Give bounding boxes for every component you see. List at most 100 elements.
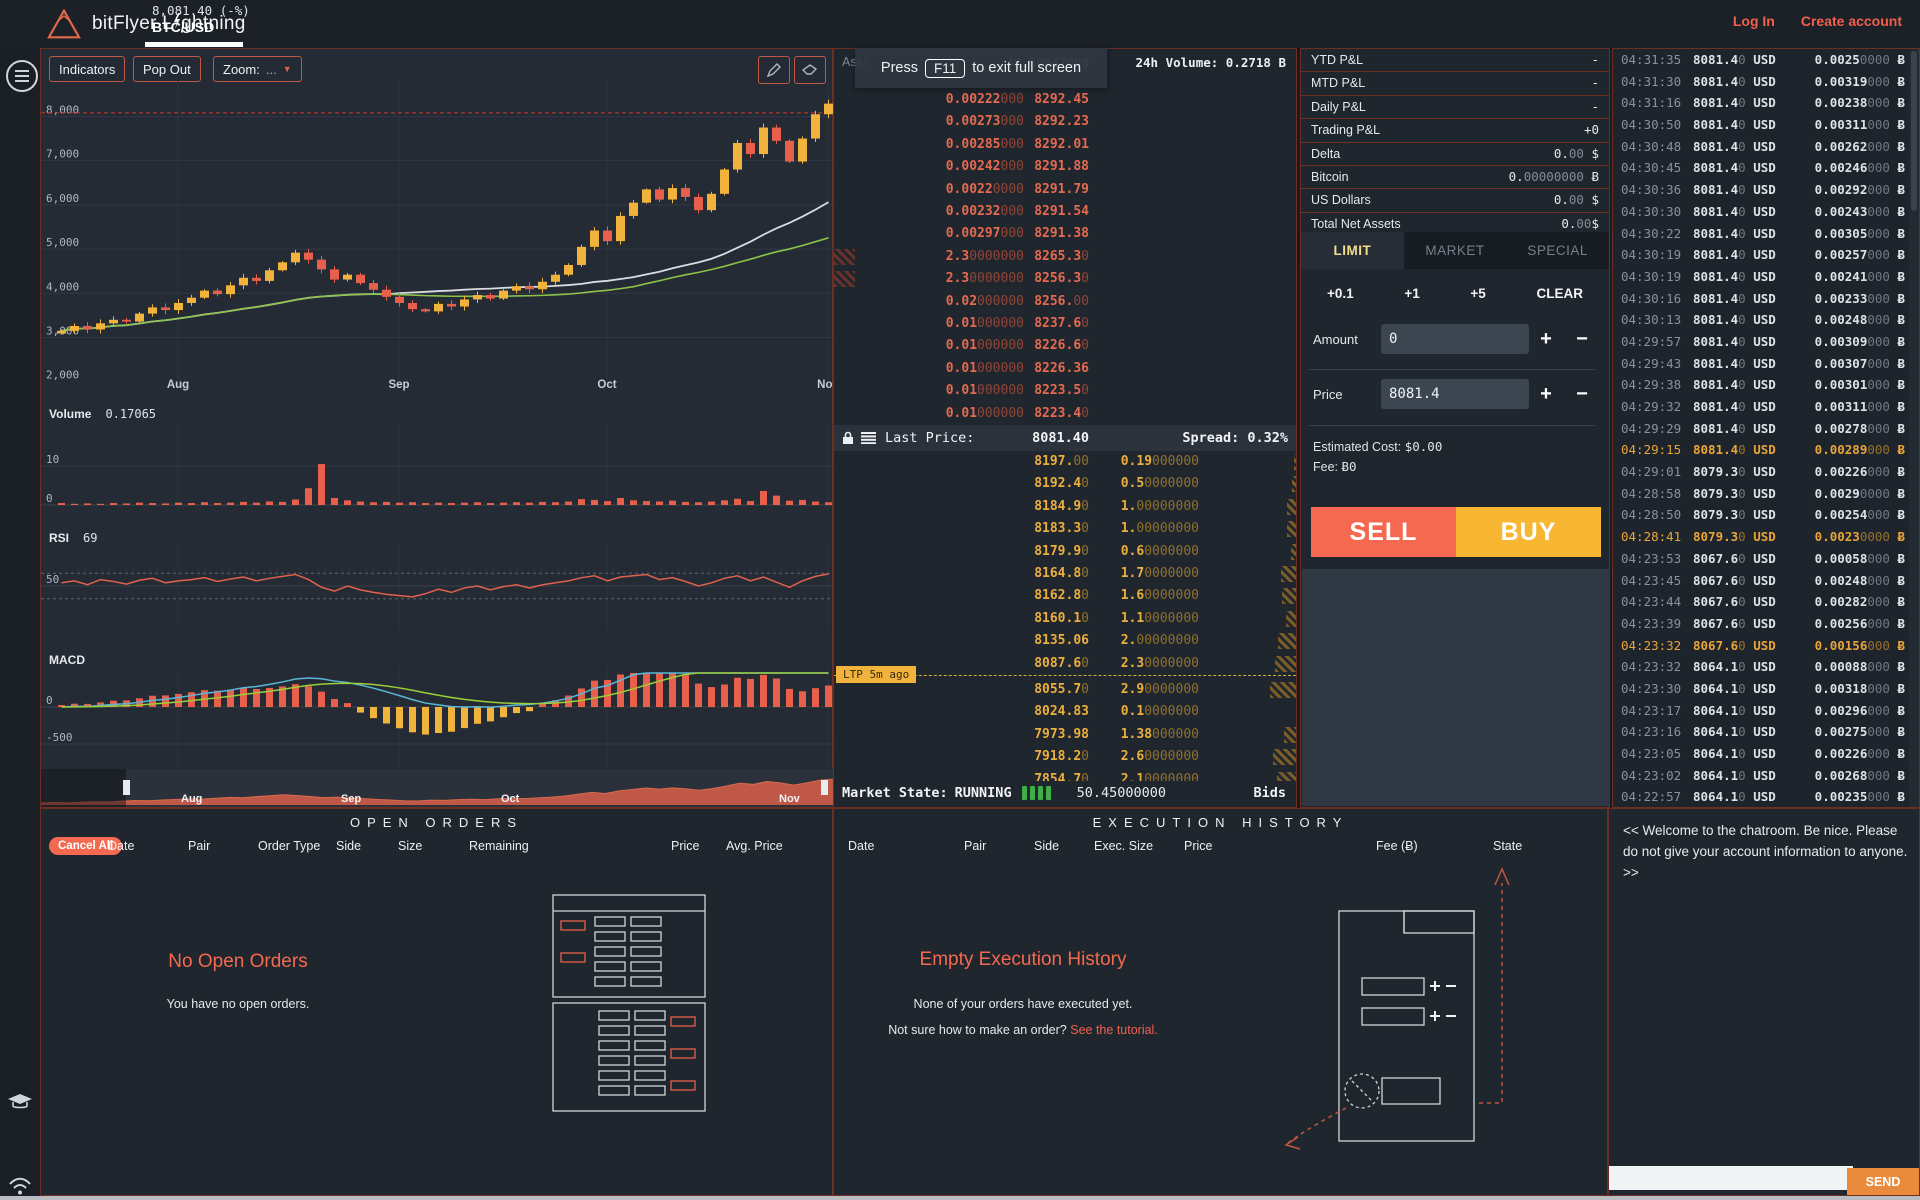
rsi-chart[interactable]: 50 [41,545,834,629]
login-link[interactable]: Log In [1733,13,1775,29]
send-button[interactable]: SEND [1847,1168,1919,1195]
trade-row: 04:29:38 8081.40 USD 0.00301000 Ƀ [1621,377,1905,393]
ask-row[interactable]: 0.01000000 8223.50 [834,380,1296,402]
month-label: Oct [597,379,617,391]
increment-plus-0.1[interactable]: +0.1 [1327,286,1354,301]
horizontal-scrollbar[interactable] [0,1196,1920,1200]
header-pair: BTC/USD [152,19,215,35]
trade-row: 04:29:57 8081.40 USD 0.00309000 Ƀ [1621,333,1905,349]
f11-keycap: F11 [925,58,966,78]
empty-execution-title: Empty Execution History [919,949,1127,970]
ask-row[interactable]: 0.01000000 8226.36 [834,358,1296,380]
bid-row[interactable]: 8183.30 1.00000000 [834,518,1296,540]
open-orders-panel: OPEN ORDERS Cancel All Date Pair Order Typ… [40,808,833,1196]
ask-row[interactable]: 0.00285000 8292.01 [834,134,1296,156]
svg-text:Oct: Oct [501,793,520,805]
draw-pencil-button[interactable] [758,56,790,84]
ask-row[interactable]: 0.00220000 8291.79 [834,179,1296,201]
trade-row: 04:23:39 8067.60 USD 0.00256000 Ƀ [1621,615,1905,631]
trade-row: 04:30:19 8081.40 USD 0.00241000 Ƀ [1621,268,1905,284]
bid-row[interactable]: 8024.83 0.10000000 [834,701,1296,723]
zoom-select[interactable]: Zoom:... ▼ [213,56,302,82]
bid-row[interactable]: 8055.70 2.90000000 [834,679,1296,701]
market-state-row: Market State: RUNNING 50.45000000 Bids [834,781,1296,805]
eraser-button[interactable] [794,56,826,84]
ask-row[interactable]: 0.00222000 8292.45 [834,89,1296,111]
menu-icon[interactable] [6,60,38,92]
open-orders-col-price: Price [671,839,700,853]
trades-scrollbar-thumb[interactable] [1911,51,1917,211]
ask-row[interactable]: 0.01000000 8237.60 [834,313,1296,335]
trade-row: 04:28:58 8079.30 USD 0.00290000 Ƀ [1621,485,1905,501]
ask-row[interactable]: 0.00297000 8291.38 [834,223,1296,245]
chart-navigator-scrubber[interactable]: Aug Sep Oct Nov [41,769,834,807]
bid-row[interactable]: 8184.90 1.00000000 [834,496,1296,518]
amount-minus-button[interactable]: − [1571,327,1593,351]
ask-row[interactable]: 0.02000000 8256.00 [834,291,1296,313]
buy-button[interactable]: BUY [1456,507,1601,557]
tab-btc-usd[interactable]: 8,081.40 (-%) BTC/USD [152,3,250,35]
bid-row[interactable]: 8135.06 2.00000000 [834,630,1296,652]
trade-row: 04:30:50 8081.40 USD 0.00311000 Ƀ [1621,117,1905,133]
volume-chart[interactable]: 10 0 [41,425,834,510]
execution-history-title: EXECUTION HISTORY [1092,815,1349,830]
trade-row: 04:29:01 8079.30 USD 0.00226000 Ƀ [1621,464,1905,480]
chat-panel: << Welcome to the chatroom. Be nice. Ple… [1608,808,1920,1196]
price-minus-button[interactable]: − [1571,382,1593,406]
increment-plus-5[interactable]: +5 [1470,286,1485,301]
macd-chart[interactable]: 0 -500 [41,667,834,767]
tutorial-prompt: Not sure how to make an order? See the t… [888,1023,1158,1037]
tab-special[interactable]: SPECIAL [1506,232,1610,269]
price-plus-button[interactable]: + [1535,382,1557,406]
ask-row[interactable]: 0.00242000 8291.88 [834,156,1296,178]
bid-row[interactable]: 8197.00 0.19000000 [834,451,1296,473]
bid-row[interactable]: 8179.90 0.60000000 [834,541,1296,563]
sell-button[interactable]: SELL [1311,507,1456,557]
chat-input[interactable] [1609,1166,1853,1190]
open-orders-title: OPEN ORDERS [349,815,524,830]
trade-row: 04:23:05 8064.10 USD 0.00226000 Ƀ [1621,746,1905,761]
trade-row: 04:23:17 8064.10 USD 0.00296000 Ƀ [1621,702,1905,718]
ltp-5m-marker-line: LTP 5m ago [834,666,1296,683]
price-input[interactable] [1381,379,1529,409]
increment-plus-1[interactable]: +1 [1404,286,1419,301]
increment-clear[interactable]: CLEAR [1536,286,1583,301]
pnl-row: YTD P&L - [1301,49,1609,73]
last-price-row[interactable]: Last Price: 8081.40 Spread: 0.32% [834,425,1296,451]
bid-row[interactable]: 7918.20 2.60000000 [834,746,1296,768]
create-account-link[interactable]: Create account [1801,13,1902,29]
bid-row[interactable]: 8192.40 0.50000000 [834,473,1296,495]
ask-row[interactable]: 0.00232000 8291.54 [834,201,1296,223]
popout-button[interactable]: Pop Out [133,56,201,82]
trade-row: 04:30:30 8081.40 USD 0.00243000 Ƀ [1621,203,1905,219]
order-panel-lower-area [1302,569,1610,806]
connection-wifi-icon[interactable] [8,1176,32,1196]
tutorial-graduation-cap-icon[interactable] [7,1092,33,1112]
order-type-tabs: LIMIT MARKET SPECIAL [1301,232,1610,269]
tab-market[interactable]: MARKET [1403,232,1507,269]
active-tab-underline [145,42,243,47]
tutorial-link[interactable]: See the tutorial. [1070,1023,1158,1037]
execution-illustration [1284,867,1510,1150]
ask-row[interactable]: 0.01000000 8223.40 [834,403,1296,425]
ask-row[interactable]: 2.30000000 8256.30 [834,268,1296,290]
bid-row[interactable]: 8160.10 1.10000000 [834,608,1296,630]
chart-panel: Indicators Pop Out Zoom:... ▼ 8,000 7,000 6… [40,48,839,808]
amount-plus-button[interactable]: + [1535,327,1557,351]
trades-scrollbar[interactable] [1909,49,1919,807]
exec-history-col-pair: Pair [964,839,987,853]
ask-row[interactable]: 0.01000000 8226.60 [834,335,1296,357]
indicators-button[interactable]: Indicators [49,56,126,82]
tab-limit[interactable]: LIMIT [1301,232,1404,269]
amount-input[interactable] [1381,324,1529,354]
bitflyer-triangle-icon [47,8,81,39]
ask-row[interactable]: 0.00273000 8292.23 [834,111,1296,133]
bid-row[interactable]: 8164.80 1.70000000 [834,563,1296,585]
execution-history-panel: EXECUTION HISTORY Date Pair Side Exec. Size… [833,808,1608,1196]
ask-row[interactable]: 2.30000000 8265.30 [834,246,1296,268]
account-order-panel: YTD P&L - MTD P&L - Daily P&L - Trading P&L +0 D… [1300,48,1610,808]
bid-row[interactable]: 7973.98 1.38000000 [834,724,1296,746]
bid-row[interactable]: 8162.80 1.60000000 [834,585,1296,607]
price-candlestick-chart[interactable]: 8,0007,0006,0005,0004,0003,0002,000 [41,81,834,381]
svg-text:Nov: Nov [779,793,801,805]
